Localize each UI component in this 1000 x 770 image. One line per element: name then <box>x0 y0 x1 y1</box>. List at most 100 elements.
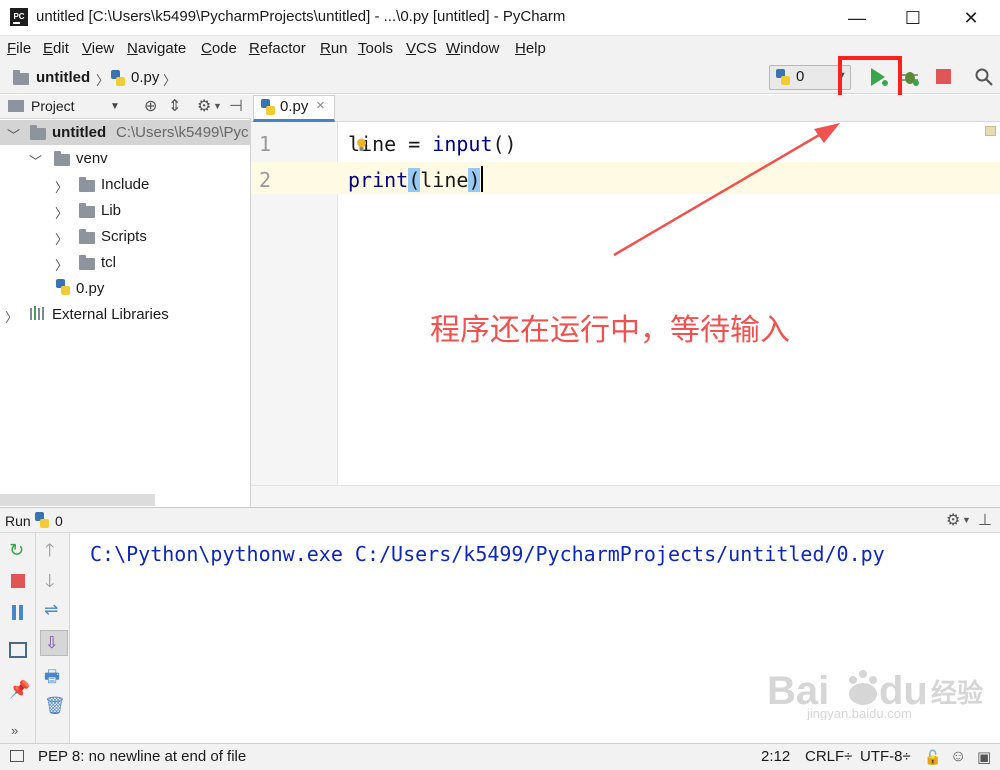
stop-icon[interactable] <box>11 574 25 588</box>
inspection-marker[interactable] <box>985 126 996 136</box>
menu-window[interactable]: Window <box>446 40 499 57</box>
code-token-fn: print <box>348 168 409 192</box>
chevron-right-icon: 〉 <box>163 73 177 88</box>
menu-refactor[interactable]: Refactor <box>249 40 306 57</box>
collapse-all-icon[interactable]: ⇕ <box>168 96 181 116</box>
code-token-fn: input <box>432 132 493 156</box>
tree-item-include[interactable]: Include <box>101 176 149 193</box>
chevron-down-icon[interactable]: ▼ <box>110 101 120 112</box>
chevron-right-icon[interactable]: 〉 <box>5 307 18 326</box>
debug-icon[interactable] <box>900 67 920 87</box>
more-tools-icon[interactable]: » <box>11 723 18 738</box>
run-config-tab[interactable]: 0 <box>55 513 63 529</box>
file-encoding[interactable]: UTF-8÷ <box>860 748 911 765</box>
editor-footer <box>251 485 1000 507</box>
close-tab-icon[interactable]: × <box>316 97 325 114</box>
caret-position[interactable]: 2:12 <box>761 748 790 765</box>
search-icon[interactable] <box>975 68 993 86</box>
run-config-label: 0 <box>796 68 805 85</box>
python-file-icon <box>261 99 275 115</box>
menu-navigate[interactable]: Navigate <box>127 40 186 57</box>
tree-item-venv[interactable]: venv <box>76 150 108 167</box>
minimize-button[interactable]: — <box>834 0 880 36</box>
chevron-down-icon[interactable]: ﹀ <box>7 125 20 144</box>
chevron-down-icon[interactable]: ▼ <box>213 101 222 111</box>
text-caret <box>481 166 483 192</box>
hide-panel-icon[interactable]: ⊣ <box>229 96 243 116</box>
annotation-arrow <box>613 123 840 257</box>
chevron-down-icon[interactable]: ▼ <box>962 515 971 525</box>
console-output: C:\Python\pythonw.exe C:/Users/k5499/Pyc… <box>90 542 885 566</box>
tree-item-scripts[interactable]: Scripts <box>101 228 147 245</box>
tree-item-file[interactable]: 0.py <box>76 280 104 297</box>
maximize-button[interactable]: ☐ <box>890 0 936 36</box>
layout-icon[interactable] <box>9 642 27 658</box>
tree-item-lib[interactable]: Lib <box>101 202 121 219</box>
menu-vcs[interactable]: VCS <box>406 40 437 57</box>
project-panel-title[interactable]: Project <box>31 98 75 114</box>
code-token-paren: ( <box>408 168 421 192</box>
locate-icon[interactable]: ⊕ <box>144 96 157 116</box>
run-panel-title[interactable]: Run <box>5 513 31 529</box>
menu-tools[interactable]: Tools <box>358 40 393 57</box>
folder-icon <box>79 177 95 192</box>
breadcrumb-file[interactable]: 0.py <box>131 69 159 86</box>
menu-help[interactable]: Help <box>515 40 546 57</box>
svg-text:jingyan.baidu.com: jingyan.baidu.com <box>806 706 912 720</box>
chevron-down-icon[interactable]: ﹀ <box>29 151 42 170</box>
scroll-to-end-icon: ⇩ <box>45 635 59 652</box>
chevron-right-icon[interactable]: 〉 <box>55 255 68 274</box>
project-root-name[interactable]: untitled <box>52 124 106 141</box>
tab-label: 0.py <box>280 98 309 115</box>
code-token-var: line <box>420 168 469 192</box>
folder-icon <box>79 255 95 270</box>
libraries-icon <box>30 306 44 320</box>
event-log-icon[interactable]: ▣ <box>977 748 991 766</box>
pycharm-logo-icon: PC <box>10 8 28 26</box>
chevron-right-icon[interactable]: 〉 <box>55 177 68 196</box>
menu-edit[interactable]: Edit <box>43 40 69 57</box>
chevron-right-icon[interactable]: 〉 <box>55 203 68 222</box>
rerun-icon[interactable]: ↻ <box>9 540 24 561</box>
lock-icon[interactable]: 🔓 <box>924 749 941 766</box>
run-panel-header <box>0 507 1000 533</box>
print-icon[interactable]: 🖶 <box>44 664 60 693</box>
code-line-2[interactable]: print(line) <box>348 168 481 192</box>
stop-icon[interactable] <box>936 69 951 84</box>
python-file-icon <box>111 70 125 86</box>
chevron-right-icon: 〉 <box>96 73 110 88</box>
gear-icon[interactable]: ⚙ <box>197 96 211 116</box>
pin-icon[interactable]: 📌 <box>9 680 30 700</box>
code-line-1[interactable]: line = input() <box>348 132 517 156</box>
hide-panel-icon[interactable]: ⊥ <box>978 510 992 530</box>
toolbar-divider <box>35 533 36 743</box>
svg-text:经验: 经验 <box>931 678 983 709</box>
breadcrumb-project[interactable]: untitled <box>36 69 90 86</box>
tool-windows-icon[interactable] <box>10 750 24 762</box>
inspector-icon[interactable]: ☺ <box>950 748 966 766</box>
horizontal-scrollbar[interactable] <box>0 494 155 506</box>
menu-view[interactable]: View <box>82 40 114 57</box>
menu-code[interactable]: Code <box>201 40 237 57</box>
soft-wrap-icon[interactable]: ⇌ <box>44 600 58 620</box>
lightbulb-icon[interactable] <box>356 138 367 152</box>
annotation-text: 程序还在运行中，等待输入 <box>430 313 790 348</box>
project-view-icon <box>8 100 24 112</box>
pause-icon[interactable] <box>11 605 25 620</box>
arrow-down-icon[interactable]: 🡓 <box>45 569 54 599</box>
folder-icon <box>30 125 46 140</box>
trash-icon[interactable]: 🗑 <box>44 696 66 716</box>
menu-run[interactable]: Run <box>320 40 348 57</box>
baidu-watermark: Bai du 经验 jingyan.baidu.com <box>767 669 983 720</box>
tree-item-external-libraries[interactable]: External Libraries <box>52 306 169 323</box>
gear-icon[interactable]: ⚙ <box>946 510 960 530</box>
chevron-right-icon[interactable]: 〉 <box>55 229 68 248</box>
python-file-icon <box>776 69 790 85</box>
code-token-op: = <box>396 132 433 156</box>
tree-item-tcl[interactable]: tcl <box>101 254 116 271</box>
arrow-up-icon[interactable]: 🡑 <box>45 538 54 568</box>
menu-file[interactable]: File <box>7 40 31 57</box>
code-token-paren: ) <box>468 168 481 192</box>
line-separator[interactable]: CRLF÷ <box>805 748 852 765</box>
close-window-button[interactable]: ✕ <box>948 0 994 36</box>
